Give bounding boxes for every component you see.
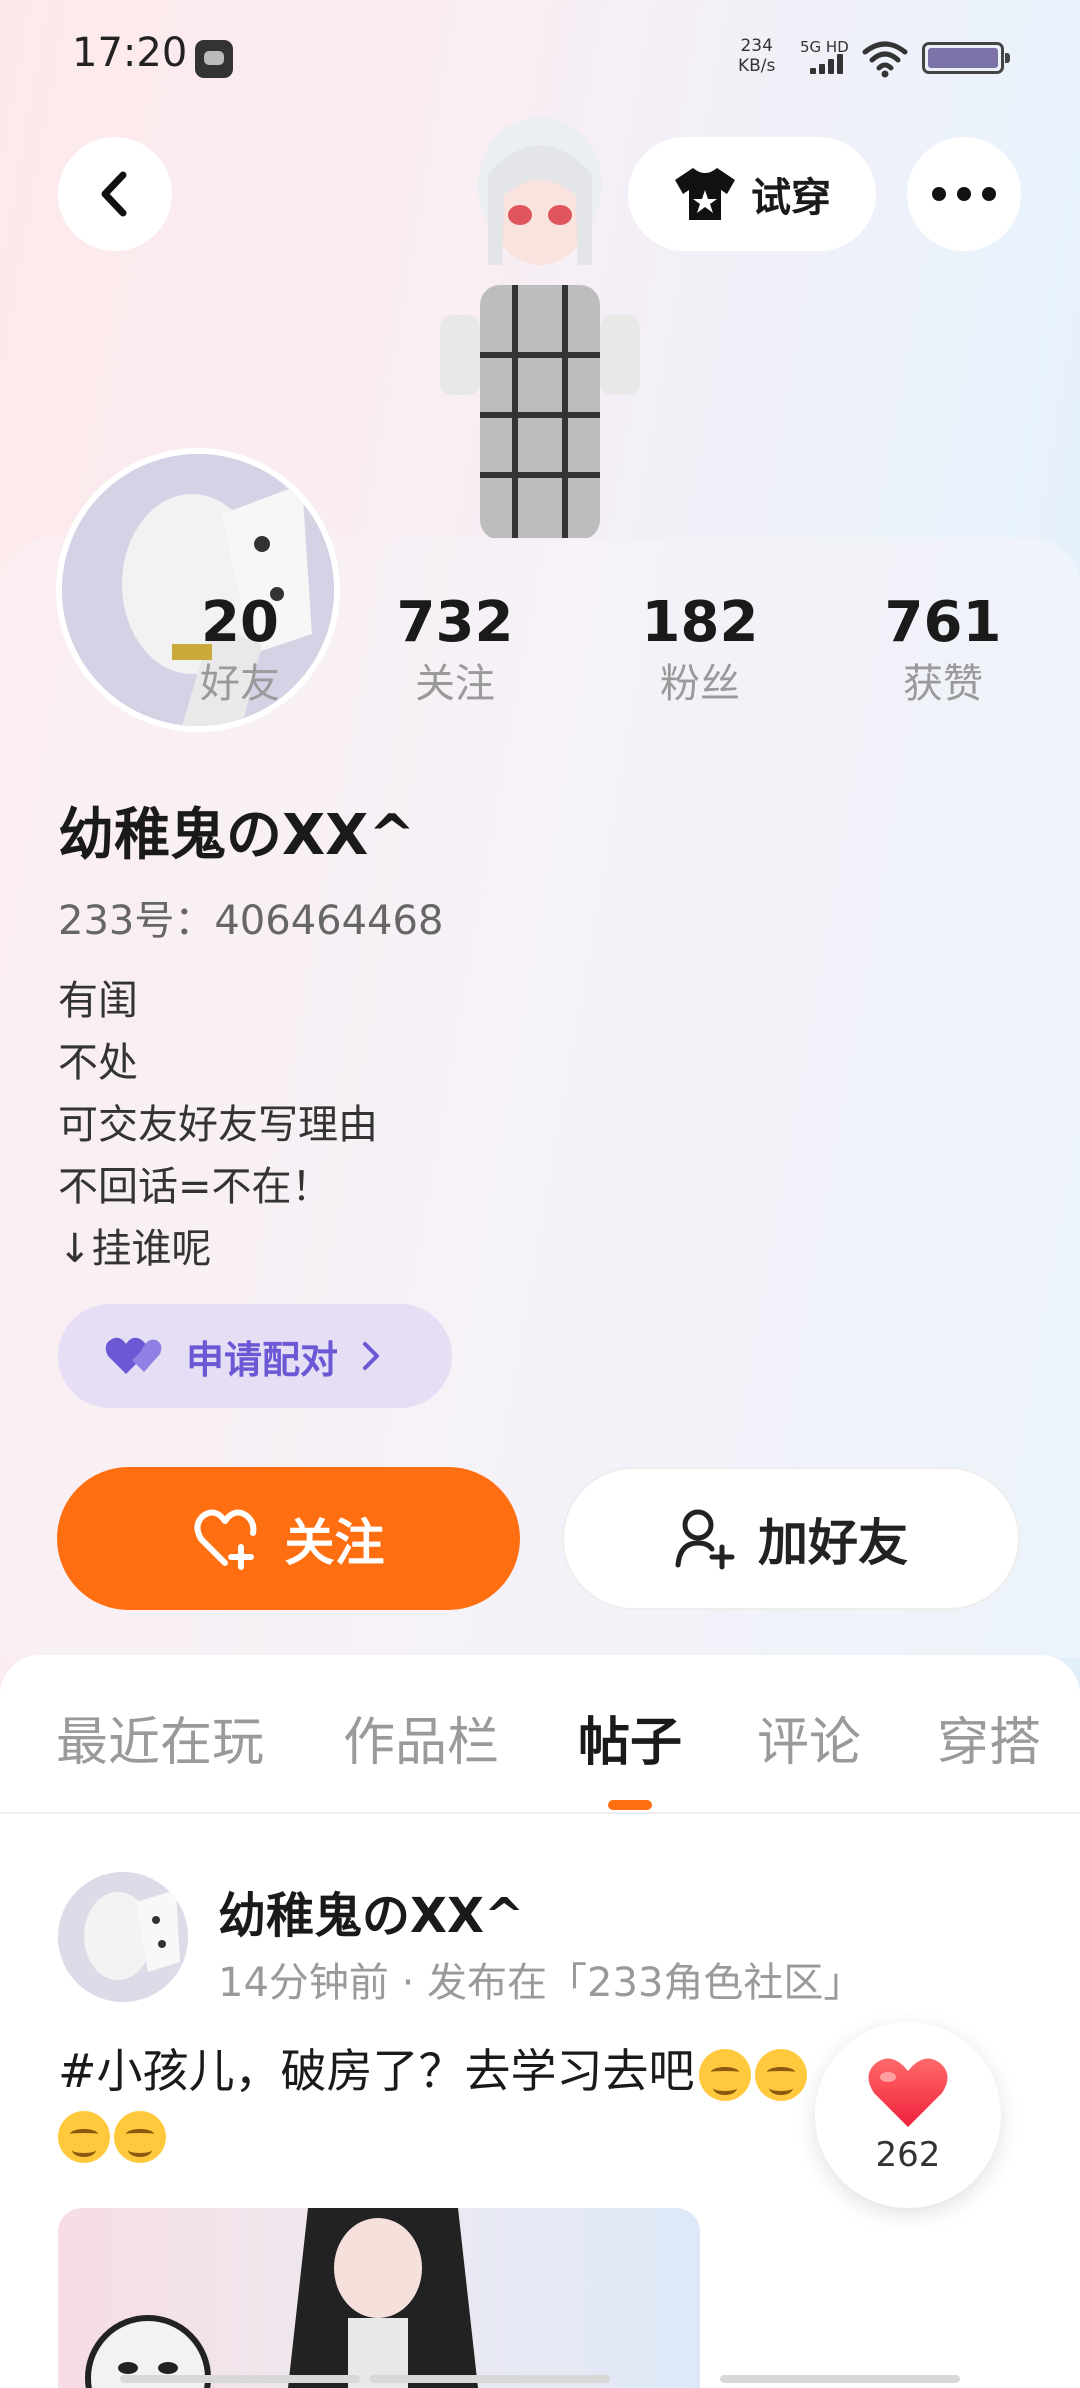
signal-icon bbox=[810, 54, 846, 74]
net-speed-unit: KB/s bbox=[738, 56, 776, 76]
bio-line: ↓挂谁呢 bbox=[58, 1226, 212, 1272]
bio-line: 不处 bbox=[58, 1040, 138, 1086]
add-friend-label: 加好友 bbox=[758, 1513, 908, 1572]
post-author-avatar[interactable] bbox=[58, 1872, 188, 2002]
tab-posts[interactable]: 帖子 bbox=[578, 1700, 682, 1775]
tshirt-icon bbox=[675, 168, 735, 220]
stat-likes-value: 761 bbox=[884, 590, 1002, 655]
stat-friends-label: 好友 bbox=[200, 661, 280, 707]
apply-pair-label: 申请配对 bbox=[186, 1337, 339, 1382]
divider bbox=[0, 1812, 1080, 1814]
net-speed-value: 234 bbox=[740, 36, 773, 56]
stat-friends[interactable]: 20 好友 bbox=[140, 590, 340, 712]
post-text[interactable]: #小孩儿，破房了？去学习去吧 bbox=[58, 2040, 858, 2164]
bio-line: 有闺 bbox=[58, 978, 138, 1024]
smile-emoji-icon bbox=[754, 2048, 807, 2101]
bio-line: 可交友好友写理由 bbox=[58, 1102, 378, 1148]
status-bar: 17:20 234 KB/s 5G HD bbox=[0, 0, 1080, 115]
apply-pair-button[interactable]: 申请配对 bbox=[58, 1304, 452, 1408]
stat-likes[interactable]: 761 获赞 bbox=[843, 590, 1043, 712]
post-author-avatar-image bbox=[58, 1872, 188, 2002]
post-meta: 14分钟前 · 发布在「233角色社区」 bbox=[218, 1960, 864, 2006]
follow-label: 关注 bbox=[284, 1513, 385, 1572]
stat-fans-value: 182 bbox=[641, 590, 759, 655]
stat-following-value: 732 bbox=[396, 590, 514, 655]
heart-plus-icon bbox=[194, 1508, 256, 1570]
post-image-content bbox=[85, 2208, 478, 2388]
bio-line: 不回话=不在！ bbox=[58, 1164, 332, 1210]
stat-following[interactable]: 732 关注 bbox=[355, 590, 555, 712]
bio: 有闺 不处 可交友好友写理由 不回话=不在！ ↓挂谁呢 bbox=[58, 970, 378, 1280]
follow-button[interactable]: 关注 bbox=[57, 1467, 520, 1610]
tab-works[interactable]: 作品栏 bbox=[343, 1700, 499, 1775]
more-button[interactable] bbox=[907, 137, 1021, 251]
tab-active-indicator bbox=[608, 1800, 652, 1810]
chevron-left-icon bbox=[101, 171, 127, 217]
tab-outfits[interactable]: 穿搭 bbox=[937, 1700, 1041, 1775]
stat-likes-label: 获赞 bbox=[903, 661, 983, 707]
add-user-icon bbox=[675, 1509, 735, 1569]
nickname: 幼稚鬼のXX^ bbox=[58, 803, 416, 868]
smile-emoji-icon bbox=[58, 2110, 110, 2163]
tab-comments[interactable]: 评论 bbox=[757, 1700, 861, 1775]
battery-icon bbox=[922, 42, 1010, 74]
like-button[interactable]: 262 bbox=[815, 2022, 1001, 2208]
more-dots-icon bbox=[932, 187, 996, 201]
add-friend-button[interactable]: 加好友 bbox=[562, 1467, 1020, 1610]
tab-recently-played[interactable]: 最近在玩 bbox=[56, 1700, 264, 1775]
heart-icon bbox=[868, 2058, 948, 2127]
post-text-content: #小孩儿，破房了？去学习去吧 bbox=[58, 2044, 695, 2098]
post-author-name[interactable]: 幼稚鬼のXX^ bbox=[218, 1876, 524, 1946]
stat-friends-value: 20 bbox=[201, 590, 279, 655]
try-on-label: 试穿 bbox=[751, 175, 831, 221]
stat-following-label: 关注 bbox=[415, 661, 495, 707]
back-button[interactable] bbox=[58, 137, 172, 251]
try-on-button[interactable]: 试穿 bbox=[628, 137, 876, 251]
post-image[interactable] bbox=[58, 2208, 700, 2388]
smile-emoji-icon bbox=[114, 2110, 166, 2163]
notification-app-icon bbox=[195, 40, 233, 78]
like-count: 262 bbox=[875, 2135, 941, 2175]
image-carousel-indicator bbox=[120, 2375, 960, 2383]
user-id: 233号：406464468 bbox=[58, 898, 444, 944]
stat-fans-label: 粉丝 bbox=[660, 661, 740, 707]
yum-emoji-icon bbox=[698, 2048, 751, 2101]
status-time: 17:20 bbox=[72, 30, 188, 76]
wifi-icon bbox=[862, 41, 908, 78]
double-heart-icon bbox=[105, 1337, 162, 1374]
stat-fans[interactable]: 182 粉丝 bbox=[600, 590, 800, 712]
chevron-right-icon bbox=[363, 1342, 380, 1370]
net-speed: 234 KB/s bbox=[738, 36, 775, 76]
